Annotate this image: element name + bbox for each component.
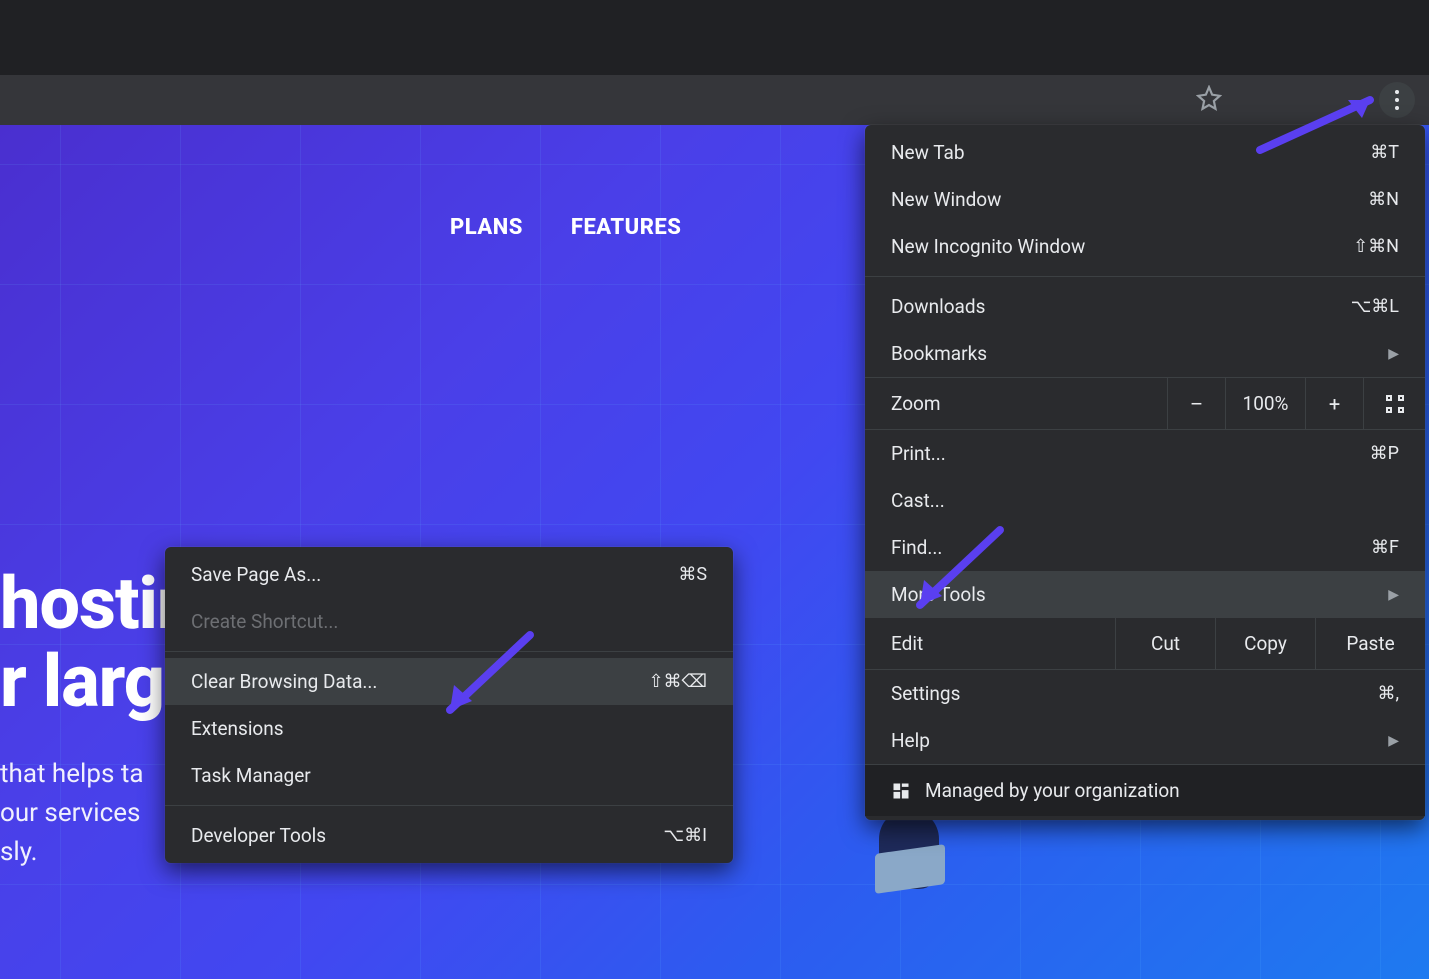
menu-label: Developer Tools xyxy=(191,824,326,847)
menu-shortcut: ⌘T xyxy=(1370,142,1399,163)
menu-label: Task Manager xyxy=(191,764,311,787)
browser-toolbar xyxy=(0,75,1429,125)
menu-shortcut: ⇧⌘N xyxy=(1353,236,1399,257)
submenu-create-shortcut: Create Shortcut... xyxy=(165,598,733,645)
menu-label: Clear Browsing Data... xyxy=(191,670,377,693)
menu-label: Print... xyxy=(891,442,946,465)
menu-bookmarks[interactable]: Bookmarks ▶ xyxy=(865,330,1425,377)
fullscreen-button[interactable] xyxy=(1363,378,1425,429)
menu-shortcut: ⌘, xyxy=(1377,683,1399,704)
browser-tabstrip xyxy=(0,0,1429,75)
menu-find[interactable]: Find... ⌘F xyxy=(865,524,1425,571)
menu-label: Create Shortcut... xyxy=(191,610,338,633)
submenu-extensions[interactable]: Extensions xyxy=(165,705,733,752)
menu-label: New Incognito Window xyxy=(891,235,1085,258)
menu-zoom-label: Zoom xyxy=(865,378,1167,429)
submenu-task-manager[interactable]: Task Manager xyxy=(165,752,733,799)
menu-label: Bookmarks xyxy=(891,342,987,365)
menu-separator xyxy=(165,651,733,652)
zoom-in-button[interactable]: + xyxy=(1305,378,1363,429)
menu-new-window[interactable]: New Window ⌘N xyxy=(865,176,1425,223)
zoom-out-button[interactable]: – xyxy=(1167,378,1225,429)
site-nav: PLANS FEATURES xyxy=(450,215,681,240)
bookmark-star-button[interactable] xyxy=(1189,80,1229,120)
organization-icon xyxy=(891,781,911,801)
menu-zoom-row: Zoom – 100% + xyxy=(865,377,1425,430)
kebab-icon xyxy=(1395,88,1399,112)
menu-shortcut: ⇧⌘⌫ xyxy=(648,671,707,692)
menu-help[interactable]: Help ▶ xyxy=(865,717,1425,764)
submenu-save-page[interactable]: Save Page As... ⌘S xyxy=(165,551,733,598)
menu-label: Downloads xyxy=(891,295,985,318)
menu-label: Settings xyxy=(891,682,960,705)
menu-shortcut: ⌥⌘I xyxy=(663,825,707,846)
more-tools-submenu: Save Page As... ⌘S Create Shortcut... Cl… xyxy=(165,547,733,863)
edit-cut-button[interactable]: Cut xyxy=(1115,618,1215,669)
chrome-menu-button[interactable] xyxy=(1379,82,1415,118)
nav-plans[interactable]: PLANS xyxy=(450,215,523,240)
menu-shortcut: ⌥⌘L xyxy=(1351,296,1399,317)
menu-shortcut: ⌘N xyxy=(1368,189,1399,210)
menu-label: Find... xyxy=(891,536,942,559)
menu-new-tab[interactable]: New Tab ⌘T xyxy=(865,129,1425,176)
menu-new-incognito[interactable]: New Incognito Window ⇧⌘N xyxy=(865,223,1425,270)
menu-shortcut: ⌘S xyxy=(678,564,707,585)
menu-cast[interactable]: Cast... xyxy=(865,477,1425,524)
menu-settings[interactable]: Settings ⌘, xyxy=(865,670,1425,717)
menu-downloads[interactable]: Downloads ⌥⌘L xyxy=(865,283,1425,330)
menu-managed-by-org[interactable]: Managed by your organization xyxy=(865,764,1425,816)
menu-label: Save Page As... xyxy=(191,563,321,586)
menu-more-tools[interactable]: More Tools ▶ xyxy=(865,571,1425,618)
nav-features[interactable]: FEATURES xyxy=(571,215,682,240)
fullscreen-icon xyxy=(1386,395,1404,413)
menu-shortcut: ⌘P xyxy=(1370,443,1399,464)
chrome-main-menu: New Tab ⌘T New Window ⌘N New Incognito W… xyxy=(865,125,1425,820)
menu-shortcut: ⌘F xyxy=(1371,537,1399,558)
menu-label: Help xyxy=(891,729,930,752)
menu-separator xyxy=(865,276,1425,277)
menu-label: Managed by your organization xyxy=(925,779,1180,802)
submenu-developer-tools[interactable]: Developer Tools ⌥⌘I xyxy=(165,812,733,859)
menu-label: Cast... xyxy=(891,489,945,512)
menu-label: New Window xyxy=(891,188,1001,211)
chevron-right-icon: ▶ xyxy=(1388,346,1399,362)
chevron-right-icon: ▶ xyxy=(1388,587,1399,603)
menu-label: New Tab xyxy=(891,141,965,164)
submenu-clear-browsing-data[interactable]: Clear Browsing Data... ⇧⌘⌫ xyxy=(165,658,733,705)
menu-label: More Tools xyxy=(891,583,986,606)
menu-label: Extensions xyxy=(191,717,284,740)
edit-paste-button[interactable]: Paste xyxy=(1315,618,1425,669)
edit-copy-button[interactable]: Copy xyxy=(1215,618,1315,669)
menu-print[interactable]: Print... ⌘P xyxy=(865,430,1425,477)
menu-separator xyxy=(165,805,733,806)
zoom-value: 100% xyxy=(1225,378,1305,429)
star-icon xyxy=(1196,85,1222,115)
menu-edit-row: Edit Cut Copy Paste xyxy=(865,618,1425,670)
chevron-right-icon: ▶ xyxy=(1388,733,1399,749)
menu-edit-label: Edit xyxy=(865,618,1115,669)
